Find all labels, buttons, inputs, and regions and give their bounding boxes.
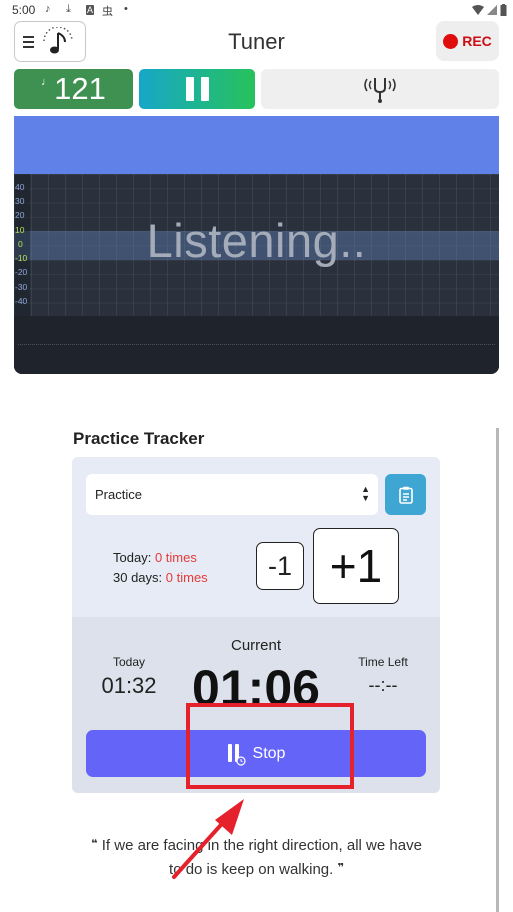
waveform-area — [14, 316, 499, 374]
tick-label: 40 — [15, 182, 25, 192]
select-arrows-icon: ▲ ▼ — [361, 484, 370, 503]
clipboard-icon — [398, 486, 413, 504]
time-left-value: --:-- — [368, 675, 398, 695]
record-button[interactable]: REC — [436, 21, 499, 61]
tick-label: 30 — [15, 196, 25, 206]
record-dot-icon — [443, 33, 459, 49]
system-icons — [472, 4, 507, 16]
practice-tracker-card: Practice ▲ ▼ Today: 0 times 30 days: 0 ti… — [72, 457, 440, 793]
pause-icon — [185, 77, 209, 101]
listening-status: Listening.. — [146, 214, 367, 267]
decrement-button[interactable]: -1 — [256, 542, 304, 590]
close-quote-icon: ❞ — [337, 862, 344, 874]
stop-label: Stop — [252, 744, 286, 762]
tuner-header-band — [14, 116, 499, 174]
quote-text: If we are facing in the right direction,… — [101, 837, 422, 878]
open-quote-icon: ❝ — [91, 838, 98, 850]
tuning-fork-icon — [364, 78, 396, 103]
current-time-label: Current — [230, 637, 282, 654]
today-time-label: Today — [112, 655, 146, 669]
time-left-label: Time Left — [358, 655, 408, 669]
tick-label: -30 — [15, 282, 28, 292]
battery-icon — [500, 4, 507, 16]
status-bar: 5:00 ♪ ⤓ A 虫 • — [0, 0, 513, 22]
30days-count: 30 days: 0 times — [113, 570, 208, 585]
pause-timer-icon — [227, 743, 246, 766]
tick-label: -40 — [15, 296, 28, 306]
current-time-value: 01:06 — [192, 660, 320, 709]
tuning-fork-button[interactable] — [261, 69, 499, 109]
practice-tracker-title: Practice Tracker — [73, 429, 205, 448]
today-count-value: 0 times — [154, 550, 197, 565]
practice-select-value: Practice — [95, 487, 142, 502]
pause-button[interactable] — [139, 69, 255, 109]
a-badge-icon: A — [86, 5, 95, 15]
today-time-value: 01:32 — [101, 673, 157, 698]
practice-select[interactable]: Practice ▲ ▼ — [86, 474, 378, 515]
tuner-display: 40 30 20 10 0 -10 -20 -30 -40 Listening.… — [14, 116, 499, 374]
practice-counts: Today: 0 times 30 days: 0 times — [113, 548, 208, 588]
today-count: Today: 0 times — [113, 550, 197, 565]
app-icon: 虫 — [102, 6, 113, 18]
dot-icon: • — [124, 3, 128, 15]
scrollbar[interactable] — [496, 428, 499, 912]
quarter-note-icon: ♩ — [41, 76, 53, 88]
download-icon: ⤓ — [66, 3, 71, 15]
signal-icon — [487, 5, 497, 15]
bpm-button[interactable]: ♩ 121 — [14, 69, 133, 109]
bpm-value: 121 — [54, 71, 106, 106]
tick-label: -20 — [15, 267, 28, 277]
clipboard-button[interactable] — [385, 474, 426, 515]
motivational-quote: ❝ If we are facing in the right directio… — [90, 833, 423, 881]
30days-count-value: 0 times — [165, 570, 208, 585]
record-label: REC — [462, 33, 492, 49]
stop-button[interactable]: Stop — [86, 730, 426, 777]
waveform-baseline — [18, 344, 495, 345]
increment-button[interactable]: +1 — [313, 528, 399, 604]
wifi-icon — [472, 5, 484, 15]
music-note-icon: ♪ — [45, 3, 51, 15]
status-time: 5:00 — [12, 3, 36, 17]
